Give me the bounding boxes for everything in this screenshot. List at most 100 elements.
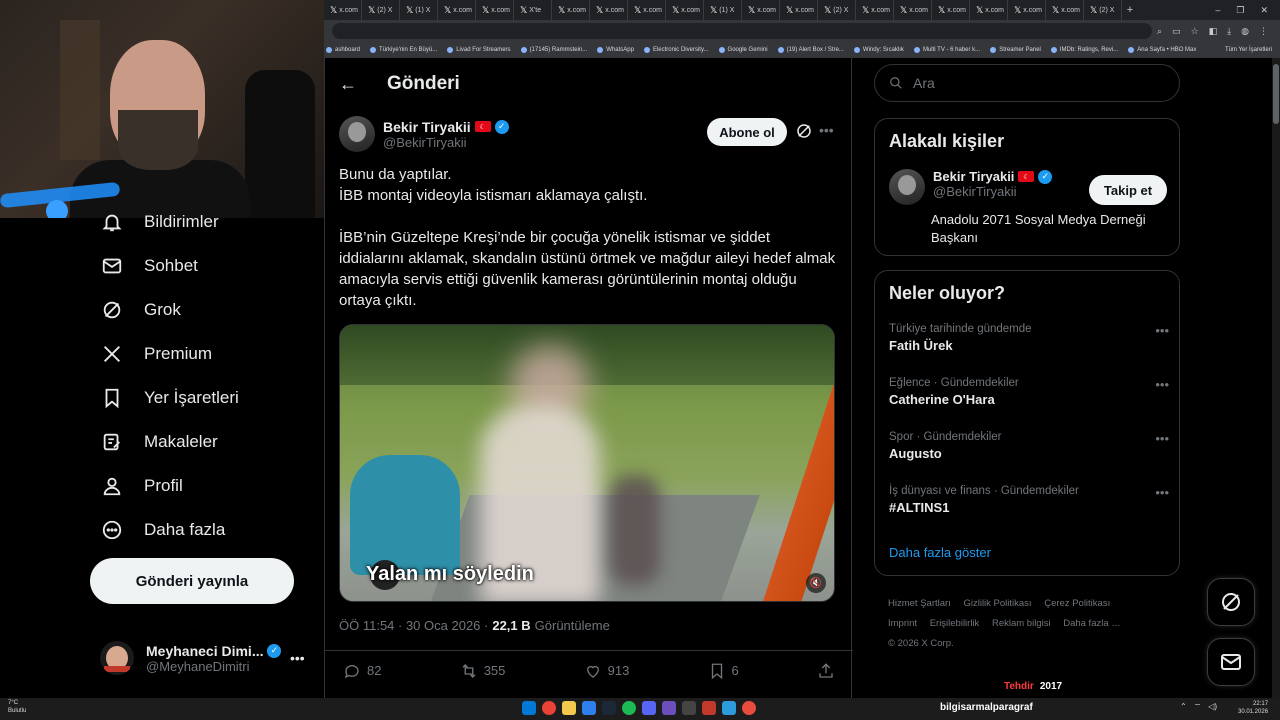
close-icon[interactable]: ✕ — [1260, 5, 1268, 16]
app-icon[interactable] — [582, 701, 596, 715]
trend-item[interactable]: Spor · Gündemdekiler Augusto ••• — [889, 431, 1169, 461]
steam-icon[interactable] — [602, 701, 616, 715]
browser-tab[interactable]: 𝕏 (1) X — [704, 0, 742, 20]
more-options-icon[interactable]: ••• — [1155, 431, 1169, 446]
related-handle[interactable]: @BekirTiryakii — [933, 184, 1052, 199]
browser-tab[interactable]: 𝕏 (1) X — [400, 0, 438, 20]
account-switcher[interactable]: Meyhaneci Dimi... ✓ @MeyhaneDimitri — [100, 638, 310, 678]
share-button[interactable] — [817, 662, 835, 680]
browser-tab[interactable]: 𝕏 (2) X — [818, 0, 856, 20]
browser-tab[interactable]: 𝕏x.com — [438, 0, 476, 20]
more-options-icon[interactable]: ••• — [1155, 323, 1169, 338]
post-author[interactable]: Bekir Tiryakii ☾ ✓ @BekirTiryakii — [339, 116, 509, 152]
maximize-icon[interactable]: ❐ — [1236, 5, 1244, 16]
bookmark-item[interactable]: Electronic Diversity... — [643, 47, 709, 53]
bookmark-item[interactable]: (17145) Rammstein... — [520, 47, 587, 53]
more-options-icon[interactable]: ••• — [819, 122, 834, 138]
browser-tab[interactable]: 𝕏x.com — [628, 0, 666, 20]
zoom-icon[interactable]: ⌕ — [1157, 26, 1162, 37]
scrollbar-thumb[interactable] — [1273, 64, 1279, 124]
wifi-icon[interactable]: ⌔ — [1194, 702, 1202, 712]
star-icon[interactable]: ☆ — [1191, 26, 1199, 37]
bookmark-item[interactable]: Türkiye'nin En Büyü... — [370, 47, 437, 53]
bookmark-item[interactable]: Streamer Panel — [990, 47, 1041, 53]
account-more-icon[interactable]: ••• — [290, 650, 305, 666]
back-arrow-icon[interactable]: ← — [339, 74, 357, 95]
nav-item-articles[interactable]: Makaleler — [100, 430, 218, 454]
reply-button[interactable]: 82 — [343, 662, 381, 680]
tray-chevron-icon[interactable]: ⌃ — [1180, 702, 1187, 712]
bookmark-item[interactable]: Google Gemini — [718, 47, 768, 53]
nav-item-chat[interactable]: Sohbet — [100, 254, 198, 278]
browser-tab[interactable]: 𝕏x.com — [1046, 0, 1084, 20]
nav-item-bookmarks[interactable]: Yer İşaretleri — [100, 386, 239, 410]
repost-button[interactable]: 355 — [460, 662, 505, 680]
author-handle[interactable]: @BekirTiryakii — [383, 135, 509, 150]
footer-link[interactable]: Çerez Politikası — [1044, 598, 1110, 609]
folder-icon[interactable] — [562, 701, 576, 715]
subscribe-button[interactable]: Abone ol — [707, 118, 787, 146]
trend-item[interactable]: Eğlence · Gündemdekiler Catherine O'Hara… — [889, 377, 1169, 407]
footer-link[interactable]: Reklam bilgisi — [992, 618, 1051, 629]
nav-item-grok[interactable]: Grok — [100, 298, 181, 322]
footer-link[interactable]: Erişilebilirlik — [930, 618, 980, 629]
footer-link[interactable]: Imprint — [888, 618, 917, 629]
more-options-icon[interactable]: ••• — [1155, 485, 1169, 500]
browser-tab[interactable]: 𝕏 X'te — [514, 0, 552, 20]
trend-item[interactable]: İş dünyası ve finans · Gündemdekiler #AL… — [889, 485, 1169, 515]
footer-link[interactable]: Hizmet Şartları — [888, 598, 951, 609]
browser-tab[interactable]: 𝕏x.com — [476, 0, 514, 20]
more-options-icon[interactable]: ••• — [1155, 377, 1169, 392]
browser-tab[interactable]: 𝕏x.com — [590, 0, 628, 20]
windows-start-icon[interactable] — [522, 701, 536, 715]
app-icon[interactable] — [722, 701, 736, 715]
avatar[interactable] — [339, 116, 375, 152]
messages-fab[interactable] — [1207, 638, 1255, 686]
trend-item[interactable]: Türkiye tarihinde gündemde Fatih Ürek ••… — [889, 323, 1169, 353]
chrome-icon[interactable] — [542, 701, 556, 715]
nav-item-more[interactable]: Daha fazla — [100, 518, 225, 542]
app-icon[interactable] — [702, 701, 716, 715]
app-icon[interactable] — [662, 701, 676, 715]
grok-icon[interactable] — [795, 122, 813, 140]
app-icon[interactable] — [742, 701, 756, 715]
bookmark-item[interactable]: IMDb: Ratings, Revi... — [1050, 47, 1118, 53]
menu-icon[interactable]: ⋮ — [1259, 26, 1268, 37]
download-icon[interactable]: ⤓ — [1227, 26, 1231, 37]
post-timestamp[interactable]: ÖÖ 11:54 · 30 Oca 2026 · — [339, 618, 488, 633]
follow-button[interactable]: Takip et — [1089, 175, 1167, 205]
browser-tab[interactable]: 𝕏x.com — [932, 0, 970, 20]
bookmark-item[interactable]: Ana Sayfa • HBO Max — [1128, 47, 1196, 53]
discord-icon[interactable] — [642, 701, 656, 715]
bookmark-button[interactable]: 6 — [708, 662, 739, 680]
nav-item-premium[interactable]: Premium — [100, 342, 212, 366]
mute-icon[interactable]: 🔇 — [806, 573, 826, 593]
bookmark-item[interactable]: (19) Alert Box / Stre... — [777, 47, 844, 53]
related-name[interactable]: Bekir Tiryakii — [933, 169, 1014, 184]
scrollbar[interactable] — [1272, 58, 1280, 698]
show-more-link[interactable]: Daha fazla göster — [889, 545, 991, 560]
minimize-icon[interactable]: – — [1215, 5, 1220, 16]
profile-icon[interactable]: ◍ — [1241, 26, 1249, 37]
browser-tab[interactable]: 𝕏x.com — [742, 0, 780, 20]
bookmark-item[interactable]: Multi TV - 6 haber k... — [913, 47, 980, 53]
related-person[interactable]: Bekir Tiryakii ☾ ✓ @BekirTiryakii — [889, 169, 1053, 205]
all-bookmarks[interactable]: Tüm Yer İşaretleri — [1225, 47, 1280, 53]
cast-icon[interactable]: ▭ — [1172, 26, 1181, 37]
browser-tab[interactable]: 𝕏x.com — [1008, 0, 1046, 20]
browser-tab[interactable]: 𝕏x.com — [856, 0, 894, 20]
bookmark-item[interactable]: ashboard — [326, 47, 360, 53]
avatar[interactable] — [889, 169, 925, 205]
nav-item-notifications[interactable]: Bildirimler — [100, 210, 219, 234]
author-name[interactable]: Bekir Tiryakii — [383, 119, 471, 135]
footer-link[interactable]: Daha fazla … — [1063, 618, 1121, 629]
post-video[interactable]: Yalan mı söyledin 🔇 — [339, 324, 835, 602]
volume-icon[interactable]: ◁) — [1208, 702, 1217, 712]
weather-widget[interactable]: 7°C Bulutlu — [8, 699, 26, 715]
footer-link[interactable]: Gizlilik Politikası — [963, 598, 1031, 609]
browser-tab[interactable]: 𝕏x.com — [552, 0, 590, 20]
system-clock[interactable]: 22:17 30.01.2026 — [1238, 700, 1268, 716]
search-input[interactable]: Ara — [874, 64, 1180, 102]
bookmark-item[interactable]: Livad For Streamers — [447, 47, 511, 53]
like-button[interactable]: 913 — [584, 662, 629, 680]
